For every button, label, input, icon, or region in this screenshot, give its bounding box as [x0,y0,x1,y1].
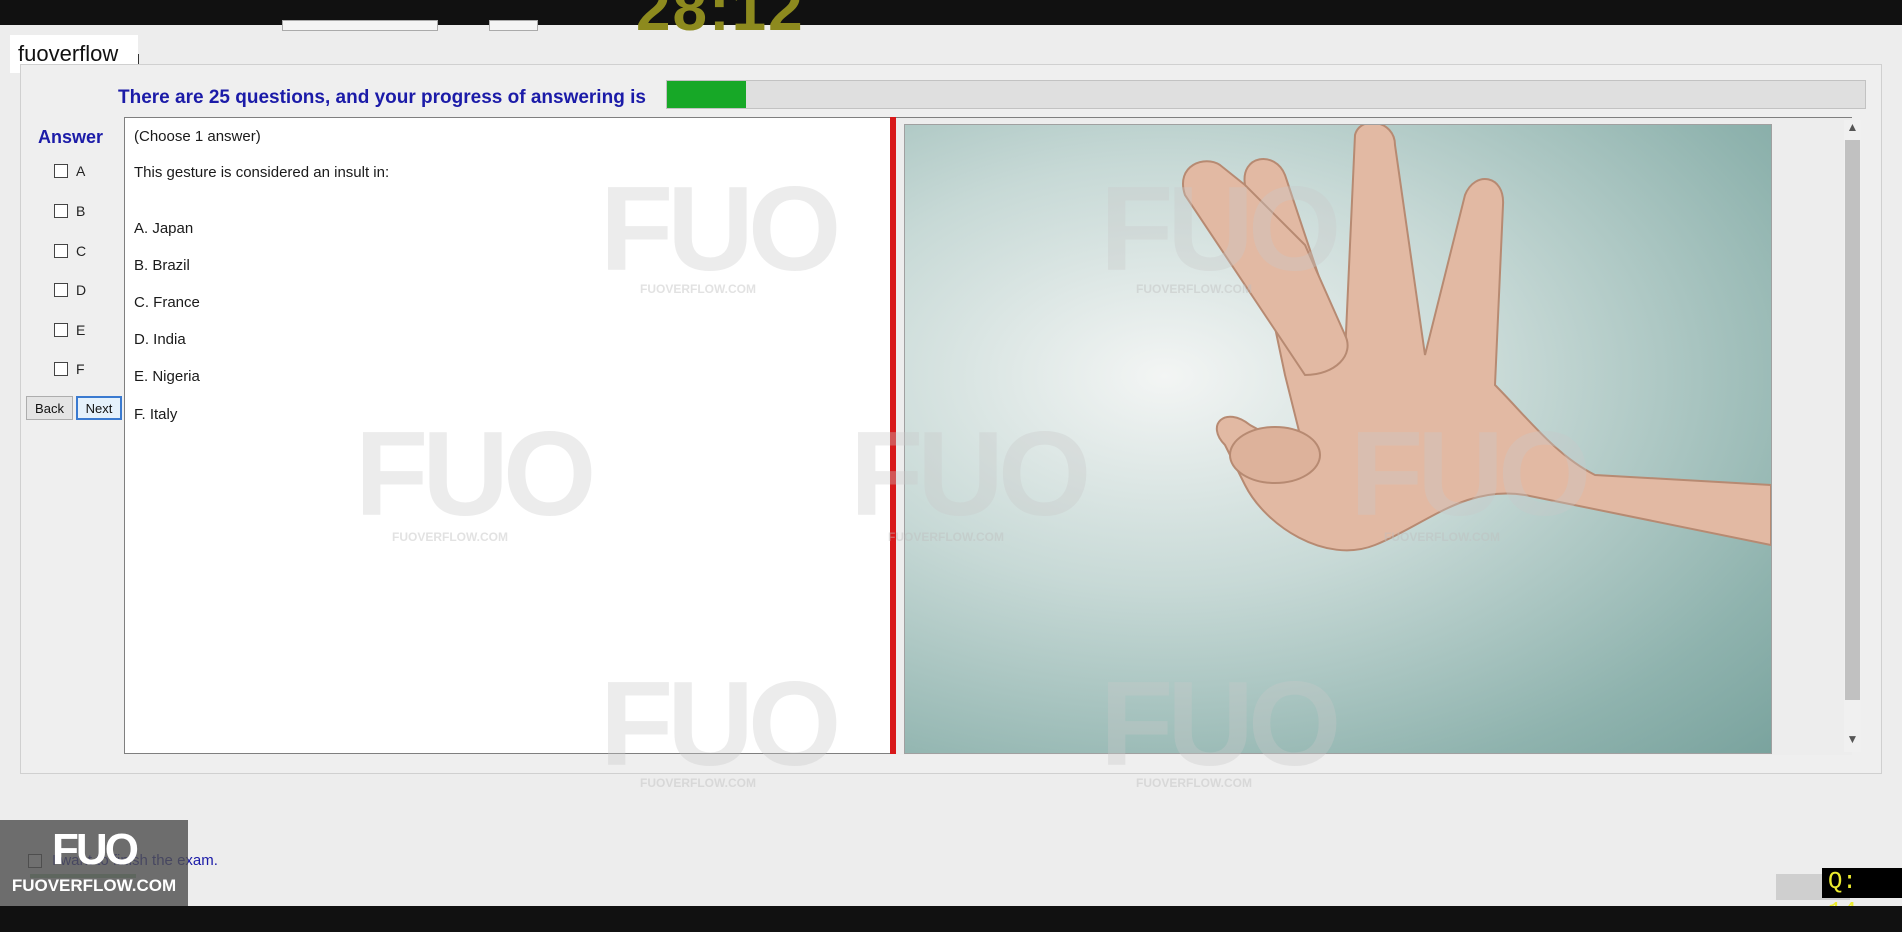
ok-hand-gesture-photo [904,124,1772,754]
option-letter: F [76,361,85,377]
exam-timer: 28:12 [636,0,805,44]
vertical-scrollbar[interactable]: ▲ ▼ [1844,120,1861,752]
scroll-up-icon[interactable]: ▲ [1844,120,1861,134]
option-letter: E [76,322,86,338]
choice-d: D. India [134,331,186,348]
hand-illustration [1182,125,1771,552]
fuoverflow-logo: FUO FUOVERFLOW.COM [0,820,188,906]
progress-fill [667,81,747,108]
checkbox[interactable] [54,244,68,258]
answer-option-e[interactable]: E [54,322,85,338]
option-letter: B [76,203,86,219]
checkbox[interactable] [54,283,68,297]
question-counter: Q: 14 [1822,868,1902,926]
checkbox[interactable] [54,204,68,218]
checkbox[interactable] [54,323,68,337]
scroll-down-icon[interactable]: ▼ [1844,732,1861,746]
top-dropdown[interactable] [282,20,438,31]
logo-mark: FUO [52,825,139,874]
checkbox[interactable] [54,164,68,178]
bottom-black-bar [0,906,1902,932]
choice-e: E. Nigeria [134,368,200,385]
next-button[interactable]: Next [76,396,122,420]
checkbox[interactable] [54,362,68,376]
choice-f: F. Italy [134,406,178,423]
logo-site: FUOVERFLOW.COM [11,876,177,895]
answer-option-a[interactable]: A [54,163,85,179]
option-letter: D [76,282,87,298]
answer-option-d[interactable]: D [54,282,86,298]
choice-c: C. France [134,294,200,311]
option-letter: A [76,163,86,179]
question-text: This gesture is considered an insult in: [134,164,390,181]
option-letter: C [76,243,87,259]
answer-title: Answer [38,127,104,147]
answer-option-b[interactable]: B [54,203,85,219]
question-pane: (Choose 1 answer) This gesture is consid… [124,117,892,754]
progress-bar [666,80,1866,109]
answer-option-c[interactable]: C [54,243,86,259]
question-instruction: (Choose 1 answer) [134,128,261,145]
back-button[interactable]: Back [26,396,73,420]
watermark-site: FUOVERFLOW.COM [640,776,756,790]
choice-a: A. Japan [134,220,194,237]
scroll-thumb[interactable] [1845,140,1860,700]
choice-b: B. Brazil [134,257,190,274]
progress-label: There are 25 questions, and your progres… [118,87,646,108]
answer-option-f[interactable]: F [54,361,85,377]
top-small-control[interactable] [489,20,538,31]
watermark-site: FUOVERFLOW.COM [1136,776,1252,790]
